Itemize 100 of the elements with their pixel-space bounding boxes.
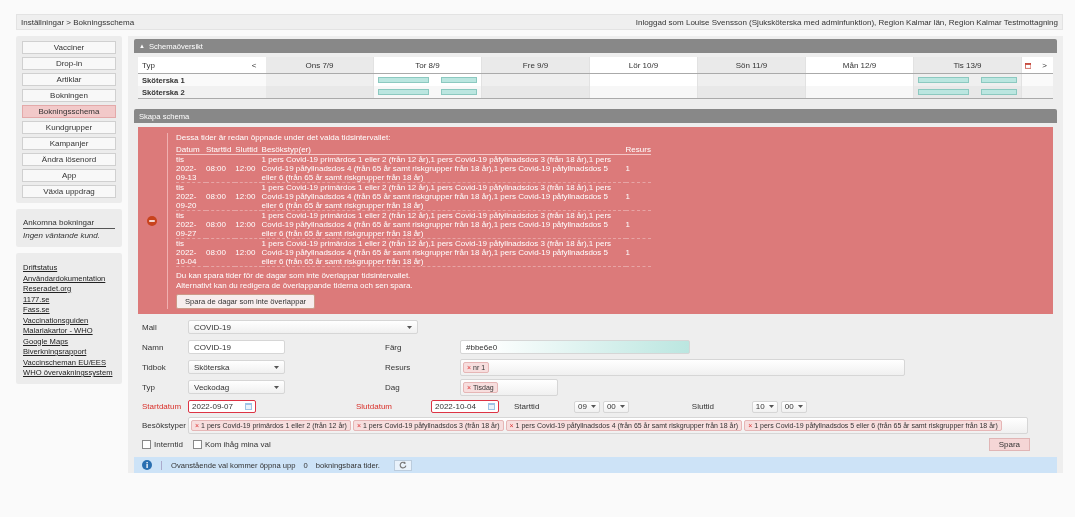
schedule-cell[interactable] — [914, 74, 1022, 86]
table-cell: 12:00 — [235, 182, 262, 211]
field-label: Starttid — [514, 402, 541, 411]
menu-button[interactable]: Kundgrupper — [22, 121, 116, 134]
name-field[interactable]: COVID-19 — [188, 340, 285, 354]
schedule-cell[interactable] — [482, 74, 590, 86]
table-cell: 1 pers Covid-19 primärdos 1 eller 2 (från 12 år),1 pers Covid-19 påfyllnadsdos 3 (från 18 år),1 pers Covid-19 påfyllnadsdos 4 (från 65 år samt riskgrupper från 18 år),1 pers Covid-19 påfyllnadsdos 5 eller 6 (från 65 år samt riskgrupper från 18 år) — [261, 154, 626, 183]
calendar-dropdown[interactable]: Sköterska — [188, 360, 285, 374]
next-button[interactable]: > — [1036, 60, 1053, 70]
table-cell: 1 — [625, 154, 651, 183]
caret-icon — [590, 405, 596, 408]
table-cell: tis 2022-10-04 — [176, 238, 206, 267]
schedule-cell[interactable] — [590, 86, 698, 98]
time-slot[interactable] — [440, 77, 477, 83]
time-slot[interactable] — [980, 77, 1017, 83]
breadcrumb: Inställningar > Bokningsschema — [21, 17, 135, 27]
column-header: Besökstyp(er) — [261, 145, 626, 155]
arrivals-text: Ingen väntande kund. — [23, 231, 101, 240]
field-label: Typ — [142, 382, 156, 392]
checkbox-label: Interntid — [154, 440, 183, 449]
table-cell: 1 pers Covid-19 primärdos 1 eller 2 (från 12 år),1 pers Covid-19 påfyllnadsdos 3 (från 18 år),1 pers Covid-19 påfyllnadsdos 4 (från 65 år samt riskgrupper från 18 år),1 pers Covid-19 påfyllnadsdos 5 eller 6 (från 65 år samt riskgrupper från 18 år) — [261, 182, 626, 211]
day-header: Sön 11/9 — [698, 57, 806, 73]
schedule-cell[interactable] — [698, 86, 806, 98]
caret-icon — [797, 405, 803, 408]
day-header: Tis 13/9 — [914, 57, 1022, 73]
field-label: Tidbok — [142, 362, 167, 372]
menu-button[interactable]: Ändra lösenord — [22, 153, 116, 166]
previous-button[interactable]: < — [242, 57, 266, 73]
schedule-cell[interactable] — [806, 86, 914, 98]
type-dropdown[interactable]: Veckodag — [188, 380, 285, 394]
schedule-cell[interactable] — [266, 86, 374, 98]
color-field[interactable]: #bbe6e0 — [460, 340, 690, 354]
day-header: Ons 7/9 — [266, 57, 374, 73]
menu-button[interactable]: App — [22, 169, 116, 182]
alert-text: Alternativt kan du redigera de överlappande tiderna och sen spara. — [176, 280, 414, 290]
column-header: Datum — [176, 145, 206, 155]
field-label: Färg — [385, 342, 403, 352]
column-header: Resurs — [625, 145, 651, 155]
table-cell: 12:00 — [235, 154, 262, 183]
menu-button[interactable]: Artiklar — [22, 73, 116, 86]
visit-types-field[interactable] — [188, 417, 1028, 434]
time-slot[interactable] — [440, 89, 477, 95]
save-button[interactable]: Spara — [988, 438, 1030, 451]
table-cell: 12:00 — [235, 210, 262, 239]
refresh-icon — [398, 461, 407, 469]
caret-icon — [274, 385, 279, 389]
error-icon — [147, 216, 157, 226]
checkbox[interactable] — [142, 440, 151, 449]
table-cell: 08:00 — [206, 154, 236, 183]
field-label: Mall — [142, 322, 158, 332]
menu-button[interactable]: Drop-in — [22, 57, 116, 70]
time-slot[interactable] — [980, 89, 1017, 95]
field-label: Slutdatum — [356, 402, 394, 411]
table-cell: 1 — [625, 210, 651, 239]
schedule-cell[interactable] — [698, 74, 806, 86]
time-slot[interactable] — [378, 89, 429, 95]
menu-button[interactable]: Växla uppdrag — [22, 185, 116, 198]
time-slot[interactable] — [378, 77, 429, 83]
menu-button[interactable]: Kampanjer — [22, 137, 116, 150]
caret-icon — [768, 405, 774, 408]
menu-button[interactable]: Vacciner — [22, 41, 116, 54]
schedule-cell[interactable] — [806, 74, 914, 86]
field-label: Dag — [385, 382, 401, 392]
calendar-icon[interactable] — [1025, 60, 1032, 70]
start-date-field[interactable]: 2022-09-07 — [188, 400, 256, 413]
table-cell: 1 — [625, 182, 651, 211]
day-header: Fre 9/9 — [482, 57, 590, 73]
minute-dropdown[interactable]: 00 — [602, 400, 629, 413]
caret-icon — [274, 365, 279, 369]
table-cell: 1 pers Covid-19 primärdos 1 eller 2 (från 12 år),1 pers Covid-19 påfyllnadsdos 3 (från 18 år),1 pers Covid-19 påfyllnadsdos 4 (från 65 år samt riskgrupper från 18 år),1 pers Covid-19 påfyllnadsdos 5 eller 6 (från 65 år samt riskgrupper från 18 år) — [261, 238, 626, 267]
time-slot[interactable] — [918, 77, 969, 83]
schedule-cell[interactable] — [266, 74, 374, 86]
menu-button[interactable]: Bokningsschema — [22, 105, 116, 118]
schedule-cell[interactable] — [482, 86, 590, 98]
alert-text: Du kan spara tider för de dagar som inte överlappar tidsintervallet. — [176, 271, 412, 281]
column-header: Starttid — [206, 145, 236, 155]
alert-text: Dessa tider är redan öppnade under det valda tidsintervallet: — [176, 133, 392, 142]
field-label: Resurs — [385, 362, 412, 372]
caret-icon — [619, 405, 625, 408]
table-cell: 12:00 — [235, 238, 262, 267]
minute-dropdown[interactable]: 00 — [780, 400, 807, 413]
hour-dropdown[interactable]: 09 — [574, 400, 600, 413]
table-cell: 08:00 — [206, 210, 236, 239]
schedule-cell[interactable] — [374, 74, 482, 86]
caret-icon — [407, 325, 412, 329]
schedule-cell[interactable] — [914, 86, 1022, 98]
field-label: Sluttid — [691, 402, 716, 411]
menu-button[interactable]: Bokningen — [22, 89, 116, 102]
field-label: Besökstyper — [142, 421, 188, 430]
end-date-field[interactable]: 2022-10-04 — [431, 400, 499, 413]
refresh-button[interactable] — [393, 459, 412, 471]
schedule-cell[interactable] — [590, 74, 698, 86]
time-slot[interactable] — [918, 89, 969, 95]
template-dropdown[interactable]: COVID-19 — [188, 320, 418, 334]
table-cell: 08:00 — [206, 238, 236, 267]
arrivals-title: Ankomna bokningar — [23, 218, 115, 229]
checkbox[interactable] — [192, 440, 202, 449]
schedule-cell[interactable] — [374, 86, 482, 98]
column-header: Sluttid — [235, 145, 262, 155]
hour-dropdown[interactable]: 10 — [751, 400, 778, 413]
